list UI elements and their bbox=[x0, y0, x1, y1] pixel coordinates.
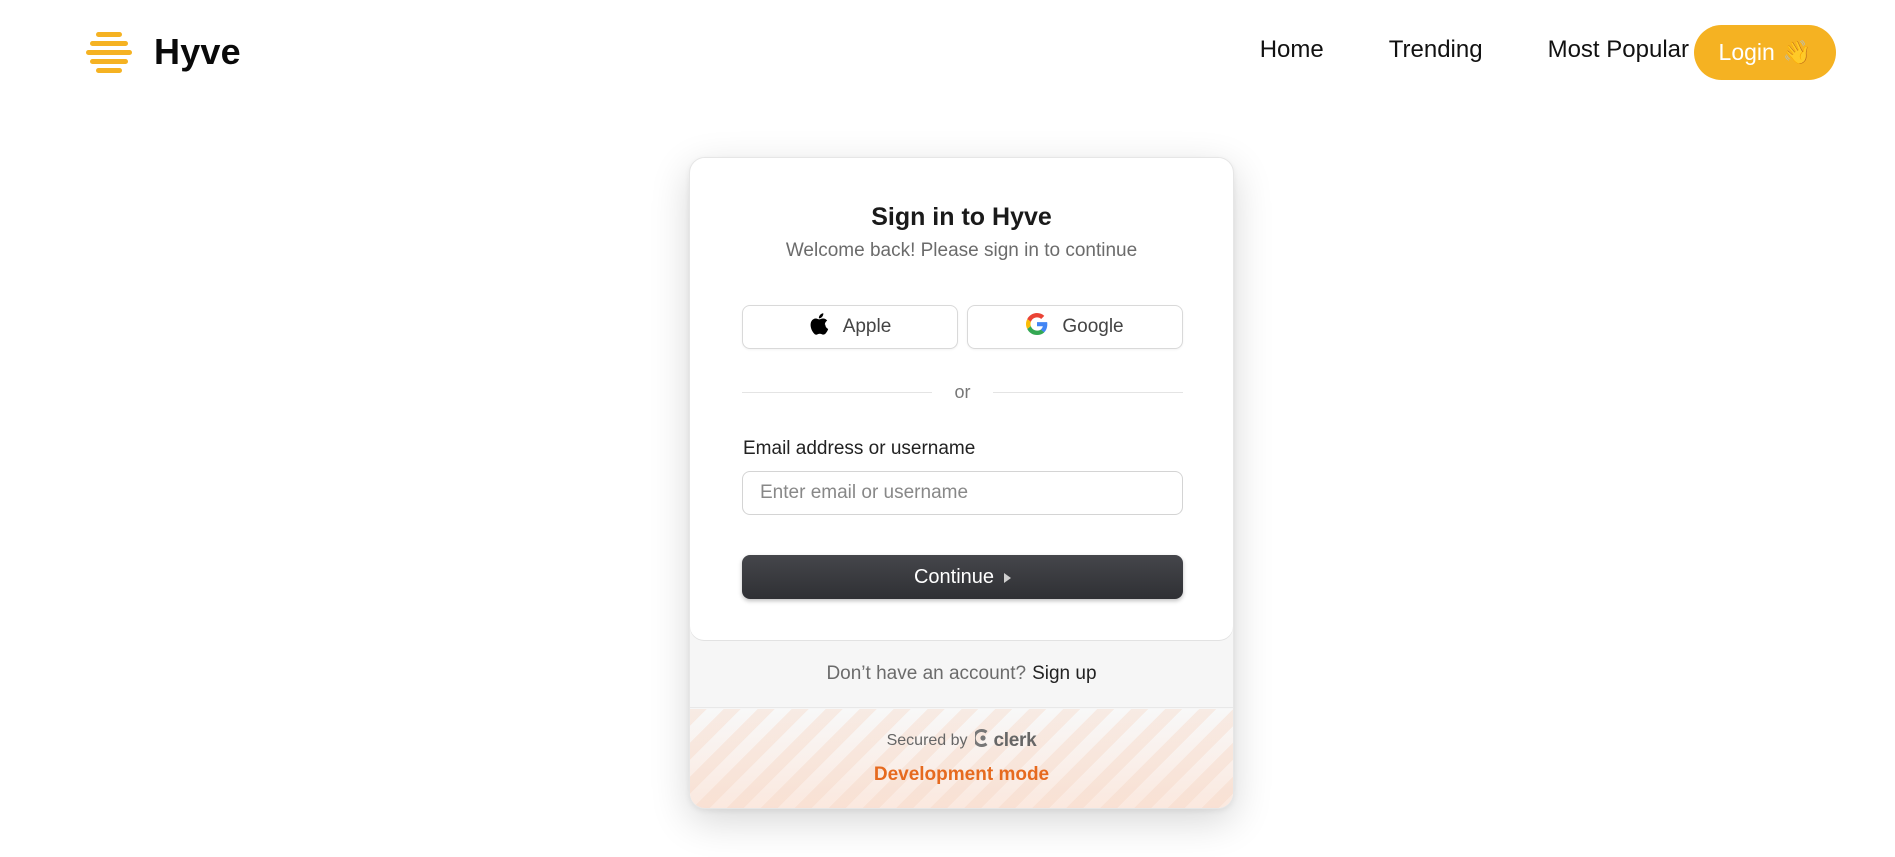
login-button[interactable]: Login 👋 bbox=[1694, 25, 1836, 80]
no-account-text: Don’t have an account? bbox=[826, 662, 1027, 684]
nav-link-most-popular[interactable]: Most Popular bbox=[1548, 36, 1689, 64]
dev-footer: Secured by clerk Development mode bbox=[690, 709, 1233, 808]
caret-right-icon bbox=[1004, 572, 1012, 583]
secured-by-row: Secured by clerk bbox=[690, 729, 1233, 753]
signin-subtitle: Welcome back! Please sign in to continue bbox=[785, 240, 1138, 261]
signin-card: Sign in to Hyve Welcome back! Please sig… bbox=[689, 157, 1234, 809]
apple-signin-button[interactable]: Apple bbox=[742, 305, 958, 349]
email-input[interactable] bbox=[742, 471, 1183, 515]
continue-button-label: Continue bbox=[913, 565, 995, 588]
apple-button-label: Apple bbox=[842, 316, 892, 337]
continue-button[interactable]: Continue bbox=[742, 555, 1183, 599]
google-icon bbox=[1026, 313, 1048, 341]
main-nav: Home Trending Most Popular bbox=[1195, 36, 1689, 64]
nav-link-trending[interactable]: Trending bbox=[1389, 36, 1483, 64]
navbar: Hyve Home Trending Most Popular Login 👋 bbox=[0, 0, 1895, 104]
clerk-logo-text: clerk bbox=[993, 730, 1037, 751]
development-mode-label: Development mode bbox=[873, 764, 1050, 785]
signup-link[interactable]: Sign up bbox=[1032, 663, 1096, 685]
clerk-logo[interactable]: clerk bbox=[972, 729, 1037, 753]
hyve-logo-icon bbox=[86, 29, 132, 75]
divider-line-right bbox=[993, 392, 1183, 393]
signin-title: Sign in to Hyve bbox=[871, 203, 1052, 231]
google-signin-button[interactable]: Google bbox=[967, 305, 1183, 349]
clerk-logo-icon bbox=[972, 729, 991, 753]
login-button-label: Login bbox=[1718, 39, 1775, 65]
or-divider: or bbox=[742, 382, 1183, 402]
google-button-label: Google bbox=[1062, 316, 1124, 337]
apple-icon bbox=[809, 313, 829, 341]
signup-row: Don’t have an account? Sign up bbox=[690, 640, 1233, 708]
brand[interactable]: Hyve bbox=[86, 29, 241, 75]
secured-by-text: Secured by bbox=[886, 732, 968, 749]
waving-hand-icon: 👋 bbox=[1782, 39, 1812, 65]
nav-link-home[interactable]: Home bbox=[1260, 36, 1324, 64]
brand-name: Hyve bbox=[154, 31, 241, 72]
email-field-label: Email address or username bbox=[743, 438, 976, 459]
signin-card-body: Sign in to Hyve Welcome back! Please sig… bbox=[690, 158, 1233, 640]
